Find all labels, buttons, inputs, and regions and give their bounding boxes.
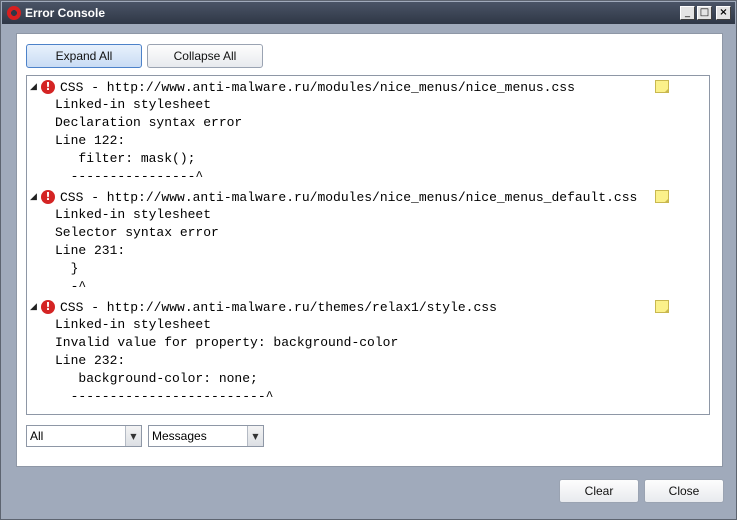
error-console-window: Error Console _ □ × Expand All Collapse …: [0, 0, 737, 520]
message-line: ----------------^: [55, 169, 204, 184]
message-line: background-color: none;: [55, 371, 258, 386]
message-line: Selector syntax error: [55, 225, 219, 240]
message-list[interactable]: ◢ ! CSS - http://www.anti-malware.ru/mod…: [26, 75, 710, 415]
error-icon: !: [41, 190, 55, 204]
dropdown-arrow-icon[interactable]: ▼: [125, 426, 141, 446]
type-filter-value: Messages: [152, 429, 207, 443]
expand-all-button[interactable]: Expand All: [26, 44, 142, 68]
message-header[interactable]: ◢ ! CSS - http://www.anti-malware.ru/the…: [27, 298, 709, 316]
message-line: Linked-in stylesheet: [55, 97, 212, 112]
message-line: -^: [55, 279, 87, 294]
filter-bar: All ▼ Messages ▼: [26, 425, 264, 447]
maximize-button[interactable]: □: [697, 6, 712, 20]
message-line: Linked-in stylesheet: [55, 317, 212, 332]
message-line: }: [55, 261, 79, 276]
dialog-buttons: Clear Close: [559, 479, 724, 503]
message-line: -------------------------^: [55, 389, 274, 404]
message-line: Declaration syntax error: [55, 115, 243, 130]
message-title: CSS - http://www.anti-malware.ru/themes/…: [60, 299, 497, 315]
title-bar[interactable]: Error Console _ □ ×: [2, 2, 735, 24]
message-line: Line 232:: [55, 353, 126, 368]
source-filter-value: All: [30, 429, 44, 443]
message-header[interactable]: ◢ ! CSS - http://www.anti-malware.ru/mod…: [27, 188, 709, 206]
window-controls: _ □ ×: [680, 6, 731, 20]
error-icon: !: [41, 80, 55, 94]
dropdown-arrow-icon[interactable]: ▼: [247, 426, 263, 446]
collapse-all-button[interactable]: Collapse All: [147, 44, 263, 68]
clear-button[interactable]: Clear: [559, 479, 639, 503]
note-icon[interactable]: [655, 300, 669, 313]
message-line: Linked-in stylesheet: [55, 207, 212, 222]
message-entry[interactable]: ◢ ! CSS - http://www.anti-malware.ru/mod…: [27, 76, 709, 186]
close-window-button[interactable]: ×: [716, 6, 731, 20]
window-title: Error Console: [25, 6, 106, 20]
message-line: Invalid value for property: background-c…: [55, 335, 399, 350]
opera-logo-icon: [7, 6, 21, 20]
note-icon[interactable]: [655, 190, 669, 203]
message-title: CSS - http://www.anti-malware.ru/modules…: [60, 189, 638, 205]
message-line: Line 122:: [55, 133, 126, 148]
minimize-button[interactable]: _: [680, 6, 695, 20]
message-entry[interactable]: ◢ ! CSS - http://www.anti-malware.ru/the…: [27, 296, 709, 406]
console-panel: Expand All Collapse All ◢ ! CSS - http:/…: [16, 33, 723, 467]
close-button[interactable]: Close: [644, 479, 724, 503]
type-filter-select[interactable]: Messages ▼: [148, 425, 264, 447]
message-line: filter: mask();: [55, 151, 196, 166]
collapse-triangle-icon[interactable]: ◢: [30, 192, 40, 202]
error-icon: !: [41, 300, 55, 314]
note-icon[interactable]: [655, 80, 669, 93]
message-entry[interactable]: ◢ ! CSS - http://www.anti-malware.ru/mod…: [27, 186, 709, 296]
collapse-triangle-icon[interactable]: ◢: [30, 82, 40, 92]
source-filter-select[interactable]: All ▼: [26, 425, 142, 447]
collapse-triangle-icon[interactable]: ◢: [30, 302, 40, 312]
message-line: Line 231:: [55, 243, 126, 258]
message-title: CSS - http://www.anti-malware.ru/modules…: [60, 79, 575, 95]
message-header[interactable]: ◢ ! CSS - http://www.anti-malware.ru/mod…: [27, 78, 709, 96]
toolbar: Expand All Collapse All: [26, 44, 263, 68]
